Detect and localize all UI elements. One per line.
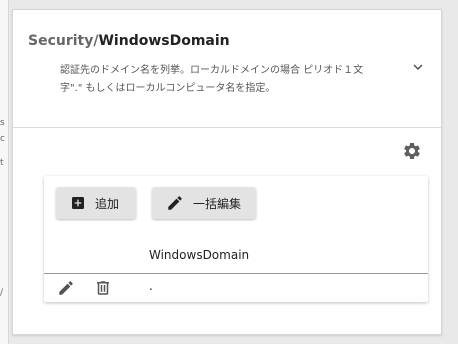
trash-icon[interactable]	[94, 279, 112, 297]
add-box-icon	[72, 197, 84, 209]
section-title-prefix: Security/	[28, 33, 99, 49]
table-row: .	[44, 274, 428, 302]
section-title: Security/WindowsDomain	[28, 33, 230, 49]
section-title-name: WindowsDomain	[98, 33, 230, 49]
pencil-icon	[168, 196, 182, 210]
bulk-edit-button[interactable]: 一括編集	[152, 187, 256, 219]
domain-table-panel: 追加 一括編集 WindowsDomain .	[44, 176, 428, 302]
row-domain-value: .	[149, 279, 153, 293]
edge-glyph: t	[0, 158, 4, 168]
pencil-icon[interactable]	[57, 279, 75, 297]
edge-glyph: /	[0, 288, 4, 298]
edge-glyph: c	[0, 134, 5, 144]
add-button-label: 追加	[95, 196, 120, 211]
gear-icon[interactable]	[402, 141, 422, 161]
section-description: 認証先のドメイン名を列挙。ローカルドメインの場合 ピリオド１文字"." もしくは…	[60, 65, 364, 94]
section-header[interactable]: Security/WindowsDomain 認証先のドメイン名を列挙。ローカル…	[13, 10, 443, 128]
edge-glyph: s	[0, 118, 5, 128]
add-button[interactable]: 追加	[56, 187, 136, 219]
bulk-edit-button-label: 一括編集	[193, 196, 242, 211]
settings-card: Security/WindowsDomain 認証先のドメイン名を列挙。ローカル…	[12, 9, 443, 335]
background-page-edge: s c t /	[0, 0, 9, 344]
column-header-windowsdomain: WindowsDomain	[149, 248, 250, 262]
chevron-down-icon[interactable]	[409, 58, 427, 76]
